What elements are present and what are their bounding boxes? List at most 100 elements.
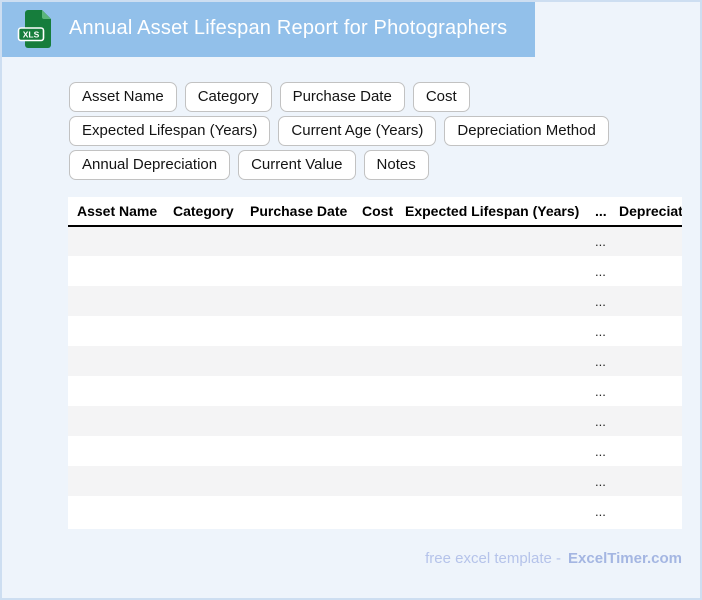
table-row: ...: [68, 436, 682, 466]
table-cell: [68, 466, 164, 496]
field-chip[interactable]: Purchase Date: [279, 82, 405, 112]
table-cell: [241, 256, 353, 286]
field-chip[interactable]: Category: [184, 82, 272, 112]
table-cell: ...: [595, 293, 606, 309]
table-cell: [164, 406, 241, 436]
table-cell: [396, 406, 586, 436]
table-cell: [353, 406, 396, 436]
field-chip[interactable]: Cost: [412, 82, 470, 112]
table-cell: ...: [595, 353, 606, 369]
table-cell: [610, 226, 682, 256]
table-cell: [241, 226, 353, 256]
page-title: Annual Asset Lifespan Report for Photogr…: [69, 17, 508, 39]
table-cell: [164, 466, 241, 496]
field-chip[interactable]: Annual Depreciation: [69, 150, 231, 180]
table-cell: [68, 376, 164, 406]
table-cell: [68, 226, 164, 256]
table-cell: [241, 406, 353, 436]
xls-file-icon: XLS: [17, 9, 51, 48]
table-cell: [353, 466, 396, 496]
table-cell: [396, 436, 586, 466]
report-table-wrap: Asset Name Category Purchase Date Cost Expec…: [68, 197, 682, 529]
table-cell: [353, 346, 396, 376]
table-row: ...: [68, 376, 682, 406]
table-cell: [241, 346, 353, 376]
column-header: Cost: [353, 197, 396, 227]
table-cell: [68, 406, 164, 436]
field-chip[interactable]: Asset Name: [69, 82, 177, 112]
footer-text: free excel template -: [425, 550, 562, 567]
column-header: Expected Lifespan (Years): [396, 197, 586, 227]
table-cell: [241, 376, 353, 406]
table-cell: [610, 406, 682, 436]
table-cell: ...: [595, 323, 606, 339]
field-chip[interactable]: Current Value: [238, 150, 356, 180]
table-cell: [610, 346, 682, 376]
table-cell: [610, 466, 682, 496]
report-table: Asset Name Category Purchase Date Cost Expec…: [68, 197, 682, 526]
footer-brand-link[interactable]: ExcelTimer.com: [568, 550, 682, 567]
table-cell: [353, 286, 396, 316]
app-window: XLS Annual Asset Lifespan Report for Pho…: [0, 0, 702, 600]
column-header: Asset Name: [68, 197, 164, 227]
table-cell: [164, 256, 241, 286]
field-chip-list: Asset Name Category Purchase Date Cost Expec…: [69, 82, 675, 180]
table-cell: ...: [595, 263, 606, 279]
table-body: ..............................: [68, 226, 682, 526]
table-cell: [241, 496, 353, 526]
field-chip[interactable]: Notes: [363, 150, 429, 180]
table-cell: [610, 496, 682, 526]
table-cell: ...: [595, 443, 606, 459]
table-row: ...: [68, 316, 682, 346]
table-row: ...: [68, 466, 682, 496]
table-row: ...: [68, 286, 682, 316]
table-cell: [164, 286, 241, 316]
table-cell: [68, 316, 164, 346]
field-chip[interactable]: Current Age (Years): [278, 116, 437, 146]
table-cell: [68, 346, 164, 376]
table-cell: [353, 376, 396, 406]
table-cell: [396, 496, 586, 526]
column-header: Depreciation Method: [610, 197, 682, 227]
column-header: Category: [164, 197, 241, 227]
column-header: ...: [586, 197, 610, 227]
table-cell: [396, 346, 586, 376]
table-cell: [610, 316, 682, 346]
table-cell: [353, 256, 396, 286]
table-cell: [396, 376, 586, 406]
table-row: ...: [68, 226, 682, 256]
xls-icon-label: XLS: [23, 29, 40, 39]
table-cell: [164, 496, 241, 526]
table-cell: [68, 256, 164, 286]
table-cell: ...: [595, 234, 606, 249]
header-bar: XLS Annual Asset Lifespan Report for Pho…: [2, 2, 535, 57]
table-cell: [241, 466, 353, 496]
field-chip[interactable]: Depreciation Method: [444, 116, 609, 146]
table-cell: [396, 226, 586, 256]
table-cell: [353, 226, 396, 256]
table-cell: [396, 466, 586, 496]
table-cell: [164, 346, 241, 376]
table-cell: [610, 436, 682, 466]
table-cell: [241, 436, 353, 466]
table-cell: [164, 436, 241, 466]
table-cell: [353, 436, 396, 466]
table-cell: [610, 256, 682, 286]
table-cell: [241, 286, 353, 316]
table-cell: [610, 376, 682, 406]
table-cell: ...: [595, 503, 606, 519]
table-cell: [610, 286, 682, 316]
field-chip[interactable]: Expected Lifespan (Years): [69, 116, 271, 146]
table-cell: [164, 226, 241, 256]
table-cell: [396, 256, 586, 286]
table-cell: [68, 286, 164, 316]
table-row: ...: [68, 346, 682, 376]
table-cell: ...: [595, 473, 606, 489]
table-row: ...: [68, 256, 682, 286]
table-cell: ...: [595, 383, 606, 399]
table-cell: [353, 316, 396, 346]
table-cell: [241, 316, 353, 346]
table-cell: [164, 376, 241, 406]
table-cell: ...: [595, 413, 606, 429]
column-header: Purchase Date: [241, 197, 353, 227]
